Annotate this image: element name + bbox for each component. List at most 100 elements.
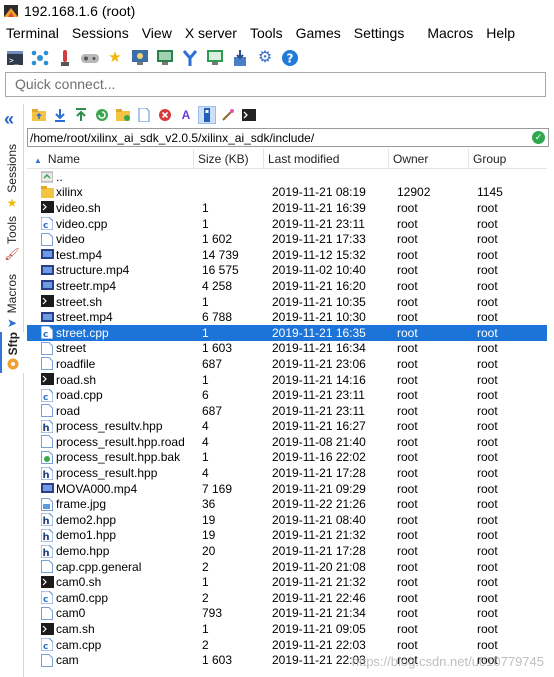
table-row[interactable]: cam.sh 1 2019-11-21 09:05 root root [27, 621, 547, 637]
table-row[interactable]: h process_resultv.hpp 4 2019-11-21 16:27 roo… [27, 419, 547, 435]
collapse-sidebar-icon[interactable]: « [4, 109, 14, 130]
menu-settings[interactable]: Settings [348, 25, 422, 41]
file-group: root [477, 481, 498, 496]
menu-games[interactable]: Games [290, 25, 348, 41]
app-logo-icon [3, 3, 19, 19]
file-modified: 2019-11-21 21:34 [272, 606, 366, 621]
table-row[interactable]: h demo2.hpp 19 2019-11-21 08:40 root root [27, 512, 547, 528]
menu-sessions[interactable]: Sessions [66, 25, 136, 41]
table-row[interactable]: c video.cpp 1 2019-11-21 23:11 root root [27, 216, 547, 232]
terminal-follow-icon[interactable] [240, 106, 258, 124]
sessions-manager-icon[interactable] [129, 47, 151, 69]
sh-file-icon [41, 575, 54, 589]
file-name-cell: process_result.hpp.bak [27, 450, 194, 464]
table-row[interactable]: process_result.hpp.road 4 2019-11-08 21:40… [27, 434, 547, 450]
path-confirm-icon[interactable]: ✓ [532, 131, 545, 144]
column-name[interactable]: ▲ Name [27, 148, 194, 169]
svg-text:c: c [43, 642, 48, 651]
rename-icon[interactable]: A [177, 106, 195, 124]
table-row[interactable]: MOVA000.mp4 7 169 2019-11-21 09:29 root root [27, 481, 547, 497]
menu-macros[interactable]: Macros [421, 25, 480, 41]
table-row[interactable]: cap.cpp.general 2 2019-11-20 21:08 root root [27, 559, 547, 575]
file-file-icon [41, 560, 53, 574]
menu-terminal[interactable]: Terminal [0, 25, 66, 41]
packages-icon[interactable]: ⚙ [254, 47, 276, 69]
table-row[interactable]: video.sh 1 2019-11-21 16:39 root root [27, 200, 547, 216]
path-input[interactable]: /home/root/xilinx_ai_sdk_v2.0.5/xilinx_a… [28, 131, 532, 145]
tab-macros[interactable]: Macros ➤ [0, 274, 24, 330]
file-modified: 2019-11-21 21:32 [272, 575, 366, 590]
servers-icon[interactable] [54, 47, 76, 69]
table-row[interactable]: .. [27, 169, 547, 185]
file-modified: 2019-11-21 10:35 [272, 294, 366, 309]
table-row[interactable]: h demo1.hpp 19 2019-11-21 21:32 root root [27, 528, 547, 544]
delete-icon[interactable] [156, 106, 174, 124]
menu-x-server[interactable]: X server [179, 25, 244, 41]
new-file-icon[interactable] [135, 106, 153, 124]
table-row[interactable]: h demo.hpp 20 2019-11-21 17:28 root root [27, 543, 547, 559]
sessions-icon[interactable] [29, 47, 51, 69]
table-row[interactable]: structure.mp4 16 575 2019-11-02 10:40 root r… [27, 263, 547, 279]
tab-sftp[interactable]: Sftp [0, 332, 24, 374]
file-owner: root [397, 247, 418, 262]
column-modified[interactable]: Last modified [264, 148, 389, 169]
column-owner[interactable]: Owner [389, 148, 469, 169]
tools-icon[interactable] [79, 47, 101, 69]
hidden-files-icon[interactable] [198, 106, 216, 124]
table-row[interactable]: street.sh 1 2019-11-21 10:35 root root [27, 294, 547, 310]
refresh-icon[interactable] [93, 106, 111, 124]
terminal-icon[interactable]: >_ [4, 47, 26, 69]
table-row[interactable]: street.mp4 6 788 2019-11-21 10:30 root root [27, 309, 547, 325]
column-size[interactable]: Size (KB) [194, 148, 264, 169]
table-row[interactable]: cam0.sh 1 2019-11-21 21:32 root root [27, 574, 547, 590]
new-folder-icon[interactable] [114, 106, 132, 124]
tunneling-icon[interactable] [229, 47, 251, 69]
table-row[interactable]: road 687 2019-11-21 23:11 root root [27, 403, 547, 419]
file-name: process_resultv.hpp [56, 419, 163, 434]
table-row[interactable]: c cam0.cpp 2 2019-11-21 22:46 root root [27, 590, 547, 606]
table-row[interactable]: test.mp4 14 739 2019-11-12 15:32 root root [27, 247, 547, 263]
file-owner: root [397, 388, 418, 403]
games-icon[interactable]: ★ [104, 47, 126, 69]
table-row[interactable]: frame.jpg 36 2019-11-22 21:26 root root [27, 496, 547, 512]
table-row[interactable]: road.sh 1 2019-11-21 14:16 root root [27, 372, 547, 388]
upload-icon[interactable] [72, 106, 90, 124]
svg-text:h: h [43, 532, 50, 542]
table-row[interactable]: cam0 793 2019-11-21 21:34 root root [27, 606, 547, 622]
menu-tools[interactable]: Tools [244, 25, 290, 41]
table-row[interactable]: streetr.mp4 4 258 2019-11-21 16:20 root root [27, 278, 547, 294]
quick-connect-input[interactable]: Quick connect... [5, 72, 546, 97]
file-modified: 2019-11-21 10:30 [272, 310, 366, 325]
column-group[interactable]: Group [469, 149, 547, 169]
table-row[interactable]: street 1 603 2019-11-21 16:34 root root [27, 341, 547, 357]
table-row[interactable]: xilinx 2019-11-21 08:19 12902 1145 [27, 185, 547, 201]
multiexec-icon[interactable] [204, 47, 226, 69]
table-row[interactable]: h process_result.hpp 4 2019-11-21 17:28 root… [27, 465, 547, 481]
help-icon[interactable]: ? [279, 47, 301, 69]
file-name-cell: c street.cpp [27, 325, 194, 340]
file-name-cell: c video.cpp [27, 216, 194, 231]
tab-tools[interactable]: Tools 🖌 [0, 216, 24, 261]
table-row[interactable]: cam 1 603 2019-11-21 22:03 root root [27, 652, 547, 668]
file-name-cell: h process_result.hpp [27, 466, 194, 481]
wrench-icon: 🖌 [4, 247, 20, 262]
view-icon[interactable] [154, 47, 176, 69]
file-name-cell: street.mp4 [27, 310, 194, 324]
table-row[interactable]: roadfile 687 2019-11-21 23:06 root root [27, 356, 547, 372]
file-size: 1 [202, 622, 209, 637]
properties-icon[interactable] [219, 106, 237, 124]
menu-view[interactable]: View [136, 25, 179, 41]
table-row[interactable]: c road.cpp 6 2019-11-21 23:11 root root [27, 387, 547, 403]
file-group: root [477, 575, 498, 590]
table-row[interactable]: c cam.cpp 2 2019-11-21 22:03 root root [27, 637, 547, 653]
file-name: test.mp4 [56, 247, 103, 262]
folder-up-icon[interactable] [30, 106, 48, 124]
tab-sessions[interactable]: Sessions ★ [0, 144, 24, 210]
menu-help[interactable]: Help [480, 25, 522, 41]
download-icon[interactable] [51, 106, 69, 124]
table-row[interactable]: video 1 602 2019-11-21 17:33 root root [27, 231, 547, 247]
split-icon[interactable] [179, 47, 201, 69]
table-row[interactable]: process_result.hpp.bak 1 2019-11-16 22:02 r… [27, 450, 547, 466]
file-modified: 2019-11-22 21:26 [272, 497, 366, 512]
table-row[interactable]: c street.cpp 1 2019-11-21 16:35 root root [27, 324, 547, 341]
